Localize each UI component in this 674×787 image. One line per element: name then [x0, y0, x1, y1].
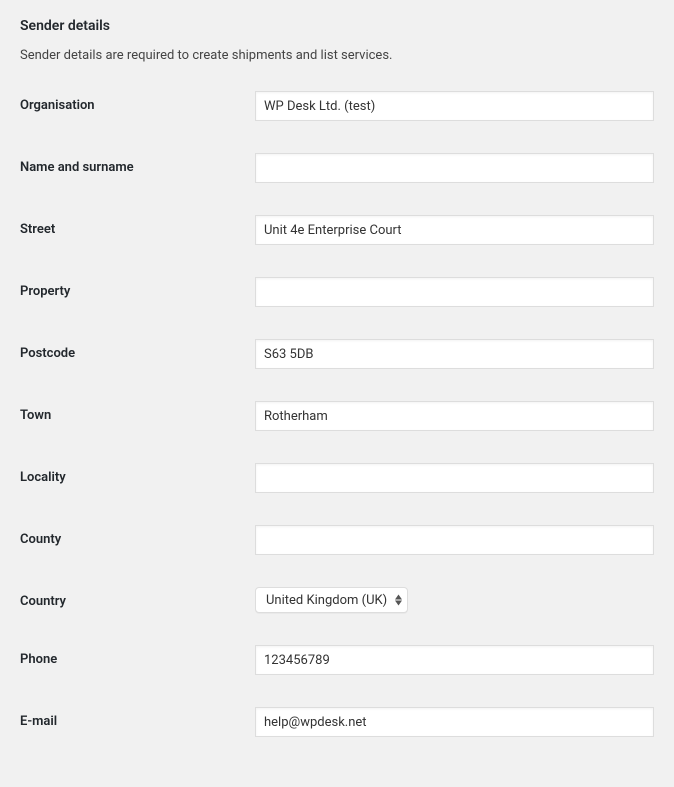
row-country: Country United Kingdom (UK): [20, 587, 654, 613]
section-description: Sender details are required to create sh…: [20, 48, 654, 63]
label-organisation: Organisation: [20, 91, 255, 113]
row-town: Town: [20, 401, 654, 431]
input-street[interactable]: [255, 215, 654, 245]
row-organisation: Organisation: [20, 91, 654, 121]
label-locality: Locality: [20, 463, 255, 485]
input-locality[interactable]: [255, 463, 654, 493]
label-town: Town: [20, 401, 255, 423]
label-property: Property: [20, 277, 255, 299]
input-name-surname[interactable]: [255, 153, 654, 183]
label-email: E-mail: [20, 707, 255, 729]
select-country[interactable]: United Kingdom (UK): [255, 587, 408, 613]
select-arrows-icon: [395, 595, 402, 606]
label-phone: Phone: [20, 645, 255, 667]
input-email[interactable]: [255, 707, 654, 737]
row-name-surname: Name and surname: [20, 153, 654, 183]
row-postcode: Postcode: [20, 339, 654, 369]
input-phone[interactable]: [255, 645, 654, 675]
label-name-surname: Name and surname: [20, 153, 255, 175]
input-organisation[interactable]: [255, 91, 654, 121]
row-email: E-mail: [20, 707, 654, 737]
label-postcode: Postcode: [20, 339, 255, 361]
input-postcode[interactable]: [255, 339, 654, 369]
input-town[interactable]: [255, 401, 654, 431]
section-heading: Sender details: [20, 18, 654, 34]
input-county[interactable]: [255, 525, 654, 555]
label-country: Country: [20, 587, 255, 609]
select-country-value: United Kingdom (UK): [266, 593, 387, 608]
row-county: County: [20, 525, 654, 555]
label-county: County: [20, 525, 255, 547]
row-property: Property: [20, 277, 654, 307]
label-street: Street: [20, 215, 255, 237]
input-property[interactable]: [255, 277, 654, 307]
row-locality: Locality: [20, 463, 654, 493]
row-street: Street: [20, 215, 654, 245]
row-phone: Phone: [20, 645, 654, 675]
